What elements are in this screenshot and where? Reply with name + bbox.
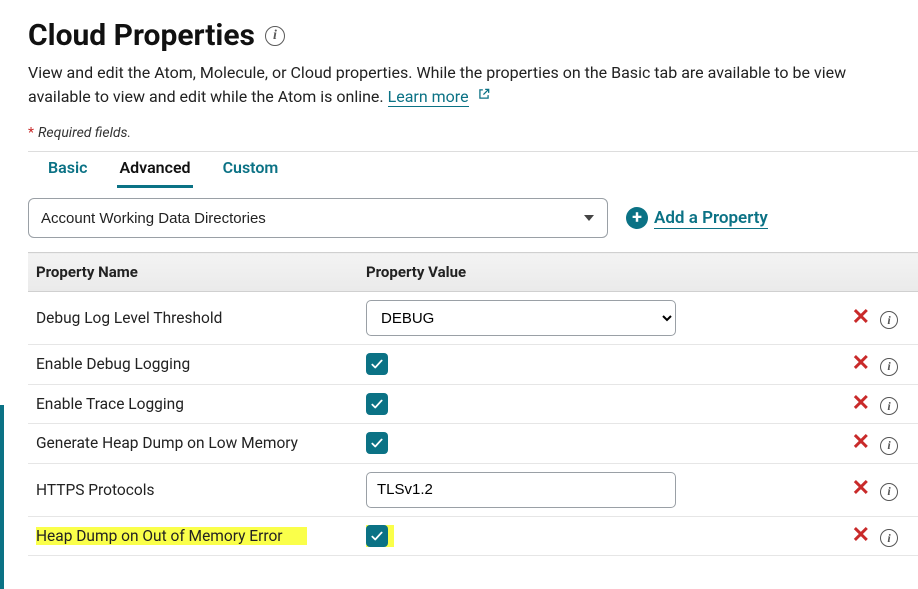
property-filter-select[interactable]: Account Working Data Directories [28, 198, 608, 238]
desc-line1: View and edit the Atom, Molecule, or Clo… [28, 63, 846, 82]
page-description: View and edit the Atom, Molecule, or Clo… [28, 61, 918, 109]
property-name: HTTPS Protocols [28, 463, 358, 516]
tab-basic[interactable]: Basic [46, 152, 89, 188]
property-filter-wrap: Account Working Data Directories [28, 198, 608, 238]
property-name: Generate Heap Dump on Low Memory [28, 424, 358, 464]
info-icon[interactable]: i [880, 437, 898, 455]
table-row: Enable Trace Logging✕i [28, 384, 918, 424]
tab-custom[interactable]: Custom [221, 152, 281, 188]
checkbox[interactable] [366, 353, 388, 375]
info-icon[interactable]: i [880, 358, 898, 376]
table-row: Debug Log Level ThresholdDEBUG✕i [28, 292, 918, 345]
add-property-label: Add a Property [654, 208, 768, 229]
table-row: Generate Heap Dump on Low Memory✕i [28, 424, 918, 464]
col-property-name: Property Name [28, 253, 358, 292]
delete-icon[interactable]: ✕ [852, 432, 870, 454]
property-value [358, 516, 718, 556]
property-value [358, 424, 718, 464]
info-icon[interactable]: i [880, 529, 898, 547]
delete-icon[interactable]: ✕ [852, 353, 870, 375]
required-asterisk: * [28, 125, 34, 141]
row-actions: ✕i [718, 463, 918, 516]
learn-more-link[interactable]: Learn more [388, 87, 469, 107]
property-value [358, 463, 718, 516]
highlight-span: Heap Dump on Out of Memory Error [36, 527, 307, 545]
table-row: HTTPS Protocols✕i [28, 463, 918, 516]
delete-icon[interactable]: ✕ [852, 525, 870, 547]
properties-table: Property Name Property Value Debug Log L… [28, 252, 918, 556]
info-icon[interactable]: i [880, 483, 898, 501]
page-title-text: Cloud Properties [28, 18, 255, 53]
property-name: Enable Trace Logging [28, 384, 358, 424]
desc-line2: available to view and edit while the Ato… [28, 87, 388, 106]
table-row: Heap Dump on Out of Memory Error✕i [28, 516, 918, 556]
left-accent-bar [0, 405, 4, 589]
property-value [358, 384, 718, 424]
info-icon[interactable]: i [880, 311, 898, 329]
value-input[interactable] [366, 472, 676, 508]
property-value [358, 345, 718, 385]
external-link-icon [477, 87, 491, 101]
property-value: DEBUG [358, 292, 718, 345]
toolbar: Account Working Data Directories + Add a… [28, 198, 918, 238]
tab-advanced[interactable]: Advanced [117, 152, 192, 188]
checkbox[interactable] [366, 393, 388, 415]
delete-icon[interactable]: ✕ [852, 478, 870, 500]
required-fields-hint: *Required fields. [28, 125, 918, 141]
row-actions: ✕i [718, 424, 918, 464]
info-icon[interactable]: i [265, 26, 285, 46]
delete-icon[interactable]: ✕ [852, 393, 870, 415]
highlight-span [366, 525, 394, 547]
col-actions [718, 253, 918, 292]
delete-icon[interactable]: ✕ [852, 307, 870, 329]
checkbox[interactable] [366, 432, 388, 454]
info-icon[interactable]: i [880, 397, 898, 415]
row-actions: ✕i [718, 345, 918, 385]
page-title: Cloud Properties i [28, 18, 918, 53]
tab-bar: Basic Advanced Custom [28, 151, 918, 188]
property-name: Enable Debug Logging [28, 345, 358, 385]
plus-circle-icon: + [626, 207, 648, 229]
value-select[interactable]: DEBUG [366, 300, 676, 336]
table-row: Enable Debug Logging✕i [28, 345, 918, 385]
row-actions: ✕i [718, 516, 918, 556]
row-actions: ✕i [718, 292, 918, 345]
checkbox[interactable] [366, 525, 388, 547]
col-property-value: Property Value [358, 253, 718, 292]
add-property-button[interactable]: + Add a Property [626, 207, 768, 229]
property-name: Heap Dump on Out of Memory Error [28, 516, 358, 556]
row-actions: ✕i [718, 384, 918, 424]
property-name: Debug Log Level Threshold [28, 292, 358, 345]
